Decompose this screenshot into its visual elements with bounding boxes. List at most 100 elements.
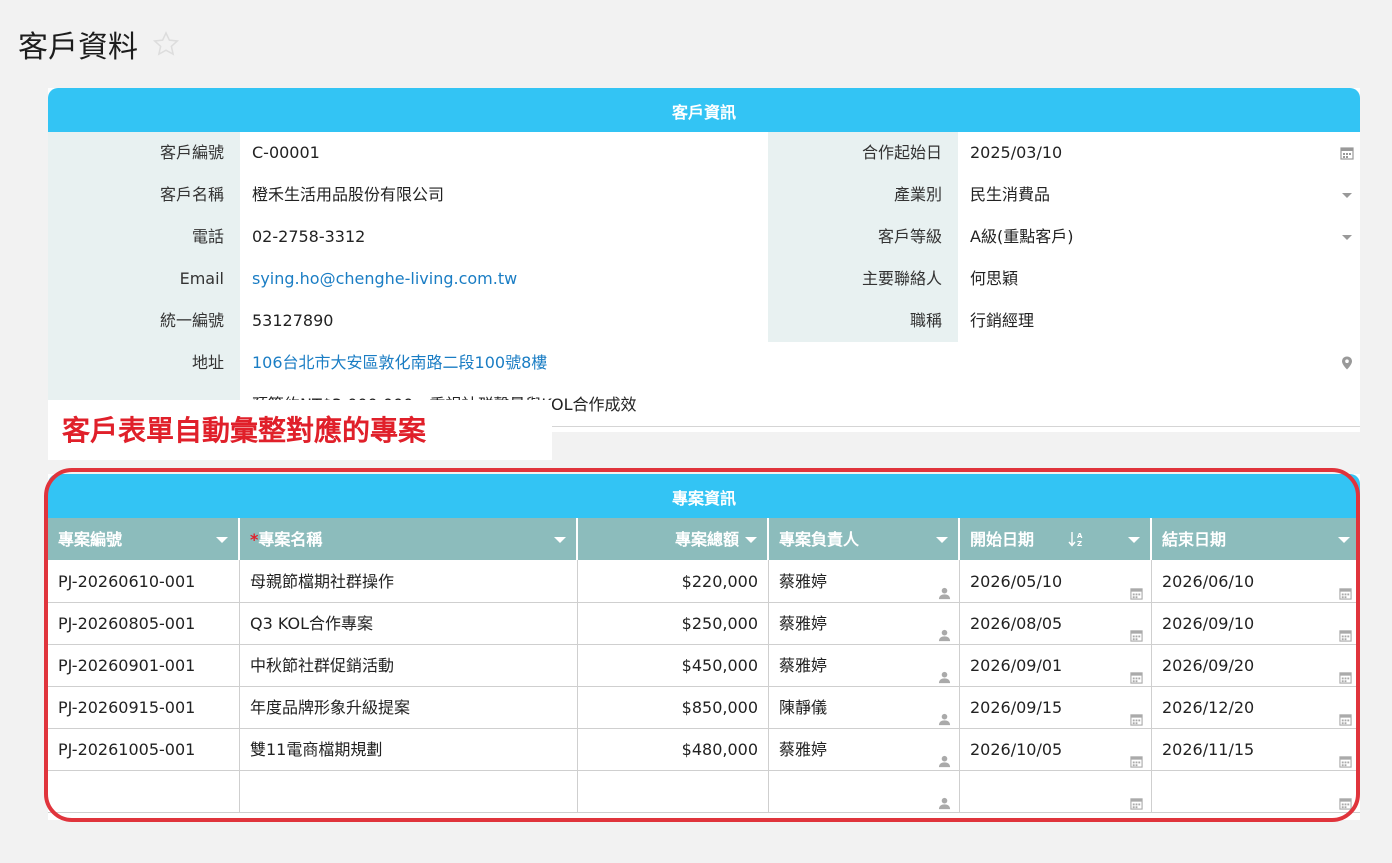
cell-amount[interactable]: $850,000 bbox=[578, 686, 769, 728]
cell-start-text: 2026/09/15 bbox=[970, 698, 1063, 717]
cell-project-id[interactable]: PJ-20261005-001 bbox=[48, 728, 240, 770]
cell-end-date[interactable] bbox=[1152, 770, 1360, 812]
info-row-4: Email sying.ho@chenghe-living.com.tw 主要聯… bbox=[48, 258, 1360, 301]
table-row[interactable]: PJ-20260901-001 中秋節社群促銷活動 $450,000 蔡雅婷 2026/… bbox=[48, 644, 1360, 687]
col-amount[interactable]: 專案總額 bbox=[578, 518, 769, 560]
cell-start-date[interactable]: 2026/09/15 bbox=[960, 686, 1152, 728]
calendar-icon[interactable] bbox=[1130, 783, 1143, 827]
cell-project-name[interactable]: 中秋節社群促銷活動 bbox=[240, 644, 578, 686]
address-link[interactable]: 106台北市大安區敦化南路二段100號8樓 bbox=[240, 342, 1360, 384]
caret-down-icon[interactable] bbox=[936, 537, 948, 543]
cell-project-id[interactable]: PJ-20260915-001 bbox=[48, 686, 240, 728]
caret-down-icon[interactable] bbox=[1338, 537, 1350, 543]
col-start-date[interactable]: 開始日期 AZ bbox=[960, 518, 1152, 560]
cell-project-id[interactable] bbox=[48, 770, 240, 812]
project-panel: 專案資訊 專案編號 *專案名稱 專案總額 專案負責人 開始日期 AZ 結束日期 … bbox=[48, 474, 1360, 820]
cell-owner-text: 蔡雅婷 bbox=[779, 740, 828, 759]
cell-end-text: 2026/06/10 bbox=[1162, 572, 1255, 591]
calendar-icon[interactable] bbox=[1339, 783, 1352, 827]
cell-project-name[interactable]: Q3 KOL合作專案 bbox=[240, 602, 578, 644]
cell-owner[interactable]: 蔡雅婷 bbox=[769, 602, 960, 644]
cell-owner[interactable]: 蔡雅婷 bbox=[769, 560, 960, 602]
project-table-header: 專案編號 *專案名稱 專案總額 專案負責人 開始日期 AZ 結束日期 bbox=[48, 518, 1360, 560]
customer-name-field[interactable]: 橙禾生活用品股份有限公司 bbox=[240, 174, 768, 216]
project-header: 專案資訊 bbox=[48, 474, 1360, 518]
cell-project-id[interactable]: PJ-20260805-001 bbox=[48, 602, 240, 644]
chevron-down-icon[interactable] bbox=[1342, 235, 1352, 240]
table-row[interactable]: PJ-20260915-001 年度品牌形象升級提案 $850,000 陳靜儀 2026… bbox=[48, 686, 1360, 729]
start-date-field[interactable]: 2025/03/10 bbox=[958, 132, 1360, 174]
user-icon[interactable] bbox=[938, 783, 951, 827]
tax-id-label: 統一編號 bbox=[48, 300, 240, 342]
col-owner[interactable]: 專案負責人 bbox=[769, 518, 960, 560]
cell-project-name[interactable]: 年度品牌形象升級提案 bbox=[240, 686, 578, 728]
contact-field[interactable]: 何思穎 bbox=[958, 258, 1360, 300]
cell-owner[interactable]: 蔡雅婷 bbox=[769, 644, 960, 686]
caret-down-icon[interactable] bbox=[216, 537, 228, 543]
cell-end-text: 2026/12/20 bbox=[1162, 698, 1255, 717]
calendar-icon[interactable] bbox=[1340, 146, 1354, 160]
cell-end-text: 2026/09/10 bbox=[1162, 614, 1255, 633]
cell-owner[interactable]: 陳靜儀 bbox=[769, 686, 960, 728]
caret-down-icon[interactable] bbox=[1128, 537, 1140, 543]
cell-start-date[interactable] bbox=[960, 770, 1152, 812]
tax-id-field[interactable]: 53127890 bbox=[240, 300, 768, 342]
cell-start-date[interactable]: 2026/10/05 bbox=[960, 728, 1152, 770]
col-project-name[interactable]: *專案名稱 bbox=[240, 518, 578, 560]
contact-label: 主要聯絡人 bbox=[768, 258, 958, 300]
cell-amount[interactable]: $450,000 bbox=[578, 644, 769, 686]
cell-end-date[interactable]: 2026/06/10 bbox=[1152, 560, 1360, 602]
favorite-star-icon[interactable] bbox=[152, 30, 180, 58]
col-project-id[interactable]: 專案編號 bbox=[48, 518, 240, 560]
cell-end-date[interactable]: 2026/12/20 bbox=[1152, 686, 1360, 728]
table-row[interactable]: PJ-20260805-001 Q3 KOL合作專案 $250,000 蔡雅婷 2026… bbox=[48, 602, 1360, 645]
sort-az-icon[interactable]: AZ bbox=[1068, 530, 1084, 548]
level-select[interactable]: A級(重點客戶) bbox=[958, 216, 1360, 258]
cell-amount[interactable] bbox=[578, 770, 769, 812]
job-title-field[interactable]: 行銷經理 bbox=[958, 300, 1360, 342]
job-title-label: 職稱 bbox=[768, 300, 958, 342]
email-link[interactable]: sying.ho@chenghe-living.com.tw bbox=[240, 258, 768, 300]
info-row-3: 電話 02-2758-3312 客戶等級 A級(重點客戶) bbox=[48, 216, 1360, 259]
chevron-down-icon[interactable] bbox=[1342, 193, 1352, 198]
cell-project-id[interactable]: PJ-20260901-001 bbox=[48, 644, 240, 686]
cell-start-text: 2026/05/10 bbox=[970, 572, 1063, 591]
customer-id-field[interactable]: C-00001 bbox=[240, 132, 768, 174]
cell-owner[interactable] bbox=[769, 770, 960, 812]
cell-start-date[interactable]: 2026/09/01 bbox=[960, 644, 1152, 686]
table-row[interactable]: PJ-20260610-001 母親節檔期社群操作 $220,000 蔡雅婷 2026/… bbox=[48, 560, 1360, 603]
customer-info-panel: 客戶資訊 客戶編號 C-00001 合作起始日 2025/03/10 客戶名稱 … bbox=[48, 88, 1360, 432]
cell-project-name[interactable] bbox=[240, 770, 578, 812]
col-project-name-label: 專案名稱 bbox=[258, 530, 323, 549]
col-amount-label: 專案總額 bbox=[674, 530, 739, 549]
cell-project-id[interactable]: PJ-20260610-001 bbox=[48, 560, 240, 602]
cell-end-date[interactable]: 2026/11/15 bbox=[1152, 728, 1360, 770]
cell-amount[interactable]: $480,000 bbox=[578, 728, 769, 770]
cell-start-date[interactable]: 2026/05/10 bbox=[960, 560, 1152, 602]
cell-end-date[interactable]: 2026/09/10 bbox=[1152, 602, 1360, 644]
industry-select[interactable]: 民生消費品 bbox=[958, 174, 1360, 216]
cell-amount[interactable]: $250,000 bbox=[578, 602, 769, 644]
phone-field[interactable]: 02-2758-3312 bbox=[240, 216, 768, 258]
cell-project-name[interactable]: 母親節檔期社群操作 bbox=[240, 560, 578, 602]
cell-start-date[interactable]: 2026/08/05 bbox=[960, 602, 1152, 644]
col-owner-label: 專案負責人 bbox=[779, 530, 860, 549]
map-pin-icon[interactable] bbox=[1341, 356, 1355, 370]
col-project-id-label: 專案編號 bbox=[58, 530, 123, 549]
level-label: 客戶等級 bbox=[768, 216, 958, 258]
table-row[interactable]: PJ-20261005-001 雙11電商檔期規劃 $480,000 蔡雅婷 2026/… bbox=[48, 728, 1360, 771]
industry-label: 產業別 bbox=[768, 174, 958, 216]
cell-owner-text: 蔡雅婷 bbox=[779, 656, 828, 675]
cell-amount[interactable]: $220,000 bbox=[578, 560, 769, 602]
col-end-date[interactable]: 結束日期 bbox=[1152, 518, 1360, 560]
caret-down-icon[interactable] bbox=[745, 537, 757, 543]
customer-id-label: 客戶編號 bbox=[48, 132, 240, 174]
info-row-5: 統一編號 53127890 職稱 行銷經理 bbox=[48, 300, 1360, 343]
col-end-label: 結束日期 bbox=[1162, 530, 1227, 549]
cell-owner[interactable]: 蔡雅婷 bbox=[769, 728, 960, 770]
table-row[interactable] bbox=[48, 770, 1360, 813]
caret-down-icon[interactable] bbox=[554, 537, 566, 543]
cell-project-name[interactable]: 雙11電商檔期規劃 bbox=[240, 728, 578, 770]
cell-end-date[interactable]: 2026/09/20 bbox=[1152, 644, 1360, 686]
email-label: Email bbox=[48, 258, 240, 300]
